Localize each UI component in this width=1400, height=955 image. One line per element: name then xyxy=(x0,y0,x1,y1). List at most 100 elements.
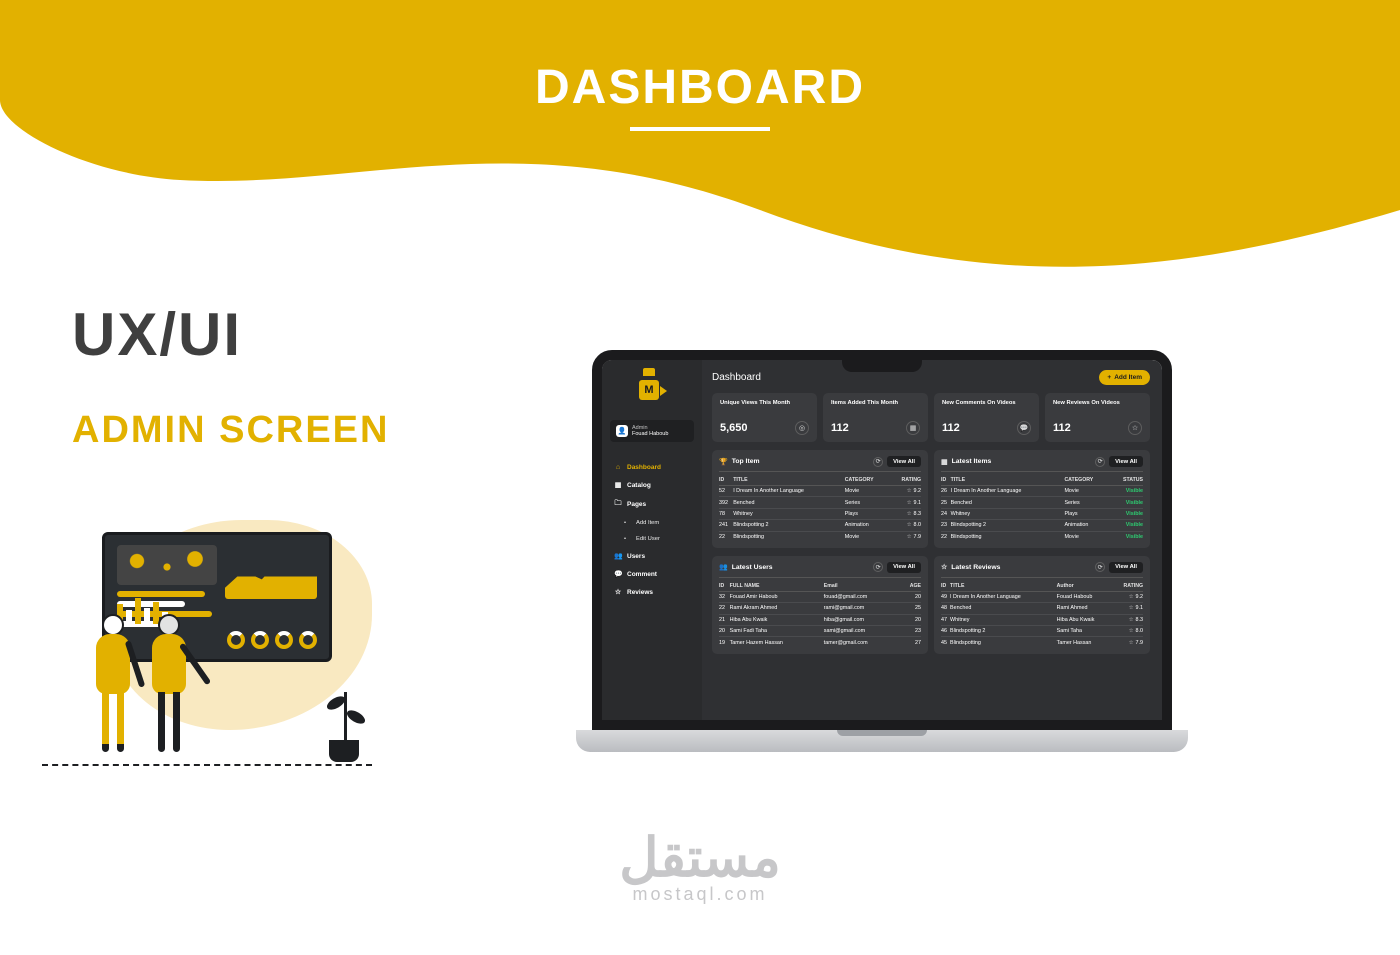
cell-status: Visible xyxy=(1111,497,1143,508)
table-row[interactable]: 32Fouad Amir Haboubfouad@gmail.com20 xyxy=(719,591,921,602)
stat-value: 5,650 xyxy=(720,422,748,434)
user-card[interactable]: 👤 Admin Fouad Haboub xyxy=(610,420,694,442)
cell-category: Series xyxy=(1064,497,1110,508)
table-row[interactable]: 23Blindspotting 2AnimationVisible xyxy=(941,520,1143,531)
illustration-plant xyxy=(314,682,374,762)
star-icon: ☆ xyxy=(941,563,947,571)
cell-email: tamer@gmail.com xyxy=(824,637,901,648)
table-row[interactable]: 46Blindspotting 2Sami Taha☆8.0 xyxy=(941,626,1143,637)
refresh-icon[interactable]: ⟳ xyxy=(1095,457,1105,467)
add-item-label: Add Item xyxy=(1114,374,1142,381)
cell-name: Sami Fadi Taha xyxy=(730,626,824,637)
view-all-button[interactable]: View All xyxy=(887,562,921,573)
cell-id: 20 xyxy=(719,626,730,637)
panel-top-item: 🏆 Top Item ⟳ View All ID TITLE C xyxy=(712,450,928,548)
sidebar-item-catalog[interactable]: ▦ Catalog xyxy=(610,477,694,493)
table-row[interactable]: 241Blindspotting 2Animation☆8.0 xyxy=(719,520,921,531)
cell-name: Tamer Hazem Hassan xyxy=(730,637,824,648)
cell-category: Movie xyxy=(845,531,890,542)
cell-age: 20 xyxy=(901,614,921,625)
marketing-column: UX/UI ADMIN SCREEN xyxy=(72,300,492,752)
table-row[interactable]: 392BenchedSeries☆9.1 xyxy=(719,497,921,508)
table-row[interactable]: 47WhitneyHiba Abu Kwaik☆8.3 xyxy=(941,614,1143,625)
cell-author: Tamer Hassan xyxy=(1057,637,1114,648)
cell-category: Movie xyxy=(1064,531,1110,542)
laptop-notch xyxy=(842,360,922,372)
folder-icon: 🗀 xyxy=(614,499,622,510)
col-name: FULL NAME xyxy=(730,581,824,592)
cell-author: Rami Ahmed xyxy=(1057,603,1114,614)
cell-author: Fouad Haboub xyxy=(1057,591,1114,602)
sidebar-item-label: Dashboard xyxy=(627,464,661,471)
col-email: Email xyxy=(824,581,901,592)
sidebar: M 👤 Admin Fouad Haboub ⌂ Dashboard xyxy=(602,360,702,720)
dashboard-app: M 👤 Admin Fouad Haboub ⌂ Dashboard xyxy=(602,360,1162,720)
table-row[interactable]: 49I Dream In Another LanguageFouad Habou… xyxy=(941,591,1143,602)
table-row[interactable]: 20Sami Fadi Tahasami@gmail.com23 xyxy=(719,626,921,637)
cell-id: 22 xyxy=(719,603,730,614)
sidebar-sub-edit-user[interactable]: Edit User xyxy=(610,532,694,546)
cell-rating: ☆7.9 xyxy=(890,531,921,542)
cell-rating: ☆9.1 xyxy=(1114,603,1143,614)
cell-category: Animation xyxy=(1064,520,1110,531)
cell-id: 21 xyxy=(719,614,730,625)
cell-category: Animation xyxy=(845,520,890,531)
watermark-arabic: مستقل xyxy=(619,837,781,880)
table-row[interactable]: 25BenchedSeriesVisible xyxy=(941,497,1143,508)
col-id: ID xyxy=(941,475,951,486)
users-icon: 👥 xyxy=(719,563,728,571)
cell-id: 23 xyxy=(941,520,951,531)
sidebar-sub-add-item[interactable]: Add Item xyxy=(610,516,694,530)
users-icon: 👥 xyxy=(614,552,622,560)
latest-items-table: ID TITLE CATEGORY STATUS 26I Dream In An… xyxy=(941,475,1143,542)
cell-id: 48 xyxy=(941,603,950,614)
cell-title: Whitney xyxy=(951,508,1065,519)
table-row[interactable]: 22BlindspottingMovie☆7.9 xyxy=(719,531,921,542)
add-item-button[interactable]: + Add Item xyxy=(1099,370,1150,385)
sidebar-item-reviews[interactable]: ☆ Reviews xyxy=(610,584,694,600)
col-id: ID xyxy=(941,581,950,592)
view-all-button[interactable]: View All xyxy=(1109,456,1143,467)
cell-age: 25 xyxy=(901,603,921,614)
cell-author: Sami Taha xyxy=(1057,626,1114,637)
table-row[interactable]: 78WhitneyPlays☆8.3 xyxy=(719,508,921,519)
cell-id: 47 xyxy=(941,614,950,625)
table-row[interactable]: 24WhitneyPlaysVisible xyxy=(941,508,1143,519)
table-row[interactable]: 19Tamer Hazem Hassantamer@gmail.com27 xyxy=(719,637,921,648)
table-row[interactable]: 26I Dream In Another LanguageMovieVisibl… xyxy=(941,486,1143,497)
table-row[interactable]: 22Rami Akram Ahmedrami@gmail.com25 xyxy=(719,603,921,614)
table-row[interactable]: 45BlindspottingTamer Hassan☆7.9 xyxy=(941,637,1143,648)
table-row[interactable]: 21Hiba Abu Kwaikhiba@gmail.com20 xyxy=(719,614,921,625)
sidebar-item-dashboard[interactable]: ⌂ Dashboard xyxy=(610,460,694,475)
refresh-icon[interactable]: ⟳ xyxy=(873,562,883,572)
cell-id: 46 xyxy=(941,626,950,637)
cell-category: Movie xyxy=(1064,486,1110,497)
latest-users-table: ID FULL NAME Email AGE 32Fouad Amir Habo… xyxy=(719,581,921,648)
col-status: STATUS xyxy=(1111,475,1143,486)
cell-status: Visible xyxy=(1111,508,1143,519)
cell-age: 20 xyxy=(901,591,921,602)
sidebar-item-pages[interactable]: 🗀 Pages xyxy=(610,495,694,514)
view-all-button[interactable]: View All xyxy=(1109,562,1143,573)
stat-value: 112 xyxy=(1053,422,1071,434)
avatar-icon: 👤 xyxy=(616,425,628,437)
refresh-icon[interactable]: ⟳ xyxy=(1095,562,1105,572)
col-rating: RATING xyxy=(890,475,921,486)
sidebar-item-label: Edit User xyxy=(636,536,660,542)
stat-card-views: Unique Views This Month 5,650 ◎ xyxy=(712,393,817,442)
table-row[interactable]: 52I Dream In Another LanguageMovie☆9.2 xyxy=(719,486,921,497)
sidebar-item-label: Reviews xyxy=(627,589,653,596)
sidebar-item-users[interactable]: 👥 Users xyxy=(610,548,694,564)
hero-title-wrap: DASHBOARD xyxy=(535,60,865,131)
table-row[interactable]: 48BenchedRami Ahmed☆9.1 xyxy=(941,603,1143,614)
panel-title: Latest Users xyxy=(732,564,773,571)
table-row[interactable]: 22BlindspottingMovieVisible xyxy=(941,531,1143,542)
col-title: TITLE xyxy=(950,581,1057,592)
cell-email: rami@gmail.com xyxy=(824,603,901,614)
refresh-icon[interactable]: ⟳ xyxy=(873,457,883,467)
view-all-button[interactable]: View All xyxy=(887,456,921,467)
cell-id: 241 xyxy=(719,520,733,531)
col-rating: RATING xyxy=(1114,581,1143,592)
sidebar-item-comment[interactable]: 💬 Comment xyxy=(610,566,694,582)
stat-label: New Comments On Videos xyxy=(942,400,1031,415)
